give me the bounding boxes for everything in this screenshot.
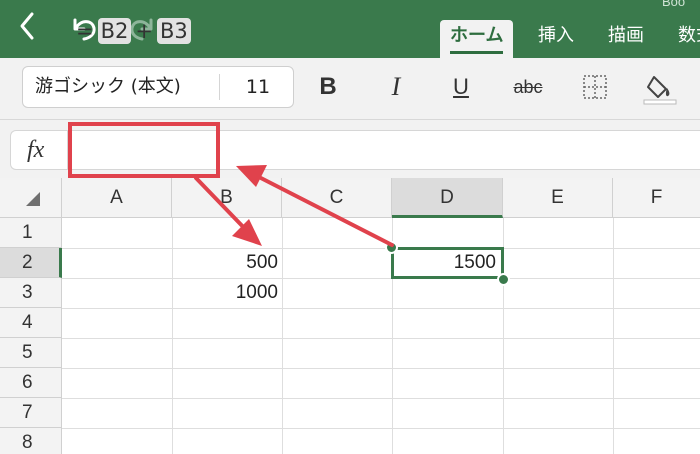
gridline — [62, 428, 700, 429]
row-header-4[interactable]: 4 — [0, 308, 62, 338]
italic-button[interactable]: I — [376, 66, 416, 108]
tab-formulas[interactable]: 数式 — [678, 20, 700, 58]
row-header-1[interactable]: 1 — [0, 218, 62, 248]
row-header-7[interactable]: 7 — [0, 398, 62, 428]
font-size-field[interactable]: 11 — [227, 67, 289, 107]
active-cell-selection[interactable] — [391, 247, 504, 279]
tab-home[interactable]: ホーム — [440, 20, 514, 58]
select-all-corner[interactable] — [0, 178, 62, 218]
font-box-divider — [219, 74, 220, 100]
gridline — [282, 218, 283, 454]
selection-handle-bottom-right[interactable] — [497, 273, 510, 286]
gridline — [62, 398, 700, 399]
font-name-field[interactable]: 游ゴシック (本文) — [35, 67, 181, 107]
formula-highlight-box — [68, 122, 220, 178]
formula-ref-b2: B2 — [97, 18, 132, 44]
underline-button[interactable]: U — [441, 66, 481, 108]
row-header-3[interactable]: 3 — [0, 278, 62, 308]
cell-b2[interactable]: 500 — [172, 248, 282, 278]
gridline — [62, 248, 700, 249]
column-header-e[interactable]: E — [503, 178, 613, 218]
gridline — [62, 338, 700, 339]
back-icon[interactable] — [10, 8, 46, 44]
bold-button[interactable]: B — [308, 66, 348, 108]
column-header-b[interactable]: B — [172, 178, 282, 218]
spreadsheet-grid: A B C D E F 1 2 3 4 5 6 7 8 500 1000 150… — [0, 178, 700, 454]
gridline — [62, 278, 700, 279]
row-header-8[interactable]: 8 — [0, 428, 62, 454]
gridline — [62, 368, 700, 369]
formula-content[interactable]: = B2 + B3 — [76, 14, 195, 48]
fx-icon[interactable]: fx — [27, 131, 44, 169]
fill-color-icon[interactable] — [640, 66, 680, 108]
column-header-d[interactable]: D — [392, 178, 503, 218]
borders-icon[interactable] — [575, 66, 615, 108]
tab-draw[interactable]: 描画 — [608, 20, 644, 58]
formula-ref-b3: B3 — [157, 18, 191, 44]
column-header-c[interactable]: C — [282, 178, 392, 218]
column-header-f[interactable]: F — [613, 178, 700, 218]
strikethrough-button[interactable]: abc — [503, 66, 553, 108]
gridline — [613, 218, 614, 454]
cell-b3[interactable]: 1000 — [172, 278, 282, 308]
ribbon-toolbar: 游ゴシック (本文) 11 B I U abc — [0, 58, 700, 120]
column-header-a[interactable]: A — [62, 178, 172, 218]
document-title: Boo — [662, 0, 686, 9]
tab-insert[interactable]: 挿入 — [538, 20, 574, 58]
font-selector: 游ゴシック (本文) 11 — [22, 66, 294, 108]
row-header-5[interactable]: 5 — [0, 338, 62, 368]
row-header-6[interactable]: 6 — [0, 368, 62, 398]
formula-equals: = — [76, 19, 94, 43]
row-header-2[interactable]: 2 — [0, 248, 62, 278]
selection-handle-top-left[interactable] — [385, 241, 398, 254]
gridline — [62, 308, 700, 309]
formula-operator: + — [135, 19, 153, 43]
